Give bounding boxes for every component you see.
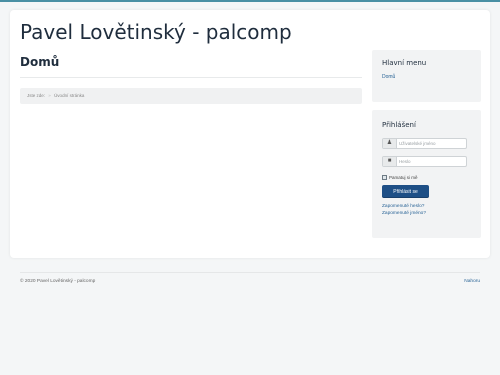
remember-me[interactable]: Pamatuj si mě xyxy=(382,175,418,181)
site-title[interactable]: Pavel Lovětinský - palcomp xyxy=(20,20,292,44)
menu-item-home[interactable]: Domů xyxy=(382,74,395,80)
username-input[interactable] xyxy=(397,139,467,148)
breadcrumb-prefix: Jste zde: xyxy=(27,93,46,98)
breadcrumb: Jste zde: » Úvodní stránka xyxy=(20,88,362,104)
breadcrumb-separator: » xyxy=(48,93,51,98)
main-menu-module: Hlavní menu Domů xyxy=(372,50,481,102)
breadcrumb-current: Úvodní stránka xyxy=(54,93,85,98)
lock-icon: ■ xyxy=(383,157,397,166)
password-input[interactable] xyxy=(397,157,467,166)
forgot-password-link[interactable]: Zapomenuté heslo? xyxy=(382,204,424,209)
login-button[interactable]: Přihlásit se xyxy=(382,185,429,198)
user-icon: ♟ xyxy=(383,139,397,148)
back-to-top-link[interactable]: Nahoru xyxy=(464,279,480,284)
login-title: Přihlášení xyxy=(382,121,416,129)
remember-me-checkbox[interactable] xyxy=(382,175,387,181)
remember-me-label: Pamatuj si mě xyxy=(389,175,418,180)
page-title: Domů xyxy=(20,55,60,69)
divider xyxy=(20,77,362,78)
forgot-username-link[interactable]: Zapomenuté jméno? xyxy=(382,211,426,216)
main-menu-title: Hlavní menu xyxy=(382,59,427,67)
top-accent-bar xyxy=(0,0,500,2)
password-field: ■ xyxy=(382,156,467,167)
login-module: Přihlášení ♟ ■ Pamatuj si mě Přihlásit s… xyxy=(372,110,481,238)
footer-divider xyxy=(20,272,480,273)
username-field: ♟ xyxy=(382,138,467,149)
footer-copyright: © 2020 Pavel Lovětinský - palcomp xyxy=(20,279,96,284)
